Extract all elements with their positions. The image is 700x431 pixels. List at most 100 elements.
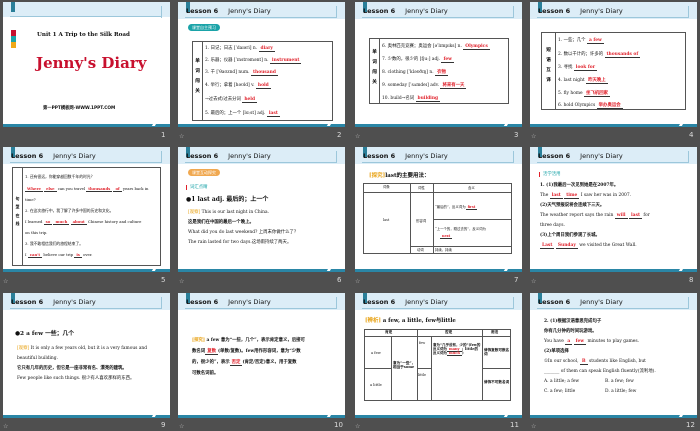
slide-text: 动词 bbox=[417, 248, 424, 252]
header-text: Jenny's Diary bbox=[405, 152, 448, 160]
slide-text: 5. 最后的；上一个 [lɑːst] adj. last bbox=[205, 111, 280, 117]
slide-text: 6. 奥林匹克竞赛；奥运会 [əˈlɪmpɪks] n. bbox=[382, 44, 462, 49]
transition-icon: ☆ bbox=[3, 278, 9, 285]
header-text: Jenny's Diary bbox=[580, 152, 623, 160]
answer-text: a bbox=[565, 339, 573, 345]
answer-text: Last bbox=[540, 243, 555, 249]
slide-header-band: Lesson 6 Jenny's Diary bbox=[530, 147, 697, 164]
vocab-heading: ●1 last adj. 最后的；上一个 bbox=[186, 196, 269, 203]
answer-text: 衣物 bbox=[435, 70, 448, 76]
slide-text: 意为“一些”，相当于some bbox=[393, 361, 416, 370]
slide-text: 2. 乐器；仪器 [ˈɪnstrəmənt] n. bbox=[205, 58, 269, 63]
slide-thumbnail-4[interactable]: Lesson 6 Jenny's Diary 短语互译 1. 一些；几个 a fe… bbox=[530, 2, 697, 127]
slide-thumbnail-1[interactable]: Unit 1 A Trip to the Silk Road Jenny's D… bbox=[3, 2, 170, 127]
answer-text: can't bbox=[27, 252, 43, 258]
answer-text: a few bbox=[586, 38, 604, 44]
tag-label: [观察] bbox=[188, 210, 201, 215]
slide-text: 的，很少的”，表示 否定 (肯定/否定)意义，用于复数 bbox=[192, 360, 297, 366]
slide-number: 4 bbox=[689, 131, 694, 139]
slide-thumbnail-11[interactable]: Lesson 6 Jenny's Diary [辨析] a few, a litt… bbox=[355, 293, 522, 418]
header-text: Jenny's Diary bbox=[228, 298, 271, 306]
slide-text: I saw her was in 2007. bbox=[580, 193, 632, 198]
slide-thumbnail-9[interactable]: Lesson 6 Jenny's Diary ●2 a few 一些；几个 [观察… bbox=[3, 293, 170, 418]
slide-text: 2. 数以千计的；许多的 bbox=[558, 52, 604, 57]
slide-text: What did you do last weekend? 上周末你做什么了？ bbox=[188, 230, 299, 235]
tag-label: [辨析] bbox=[365, 318, 381, 324]
slide-text: 3. 千 [ˈθaʊznd] num. thousand bbox=[205, 70, 278, 76]
header-text: Jenny's Diary bbox=[228, 152, 271, 160]
slide-thumbnail-7[interactable]: Lesson 6 Jenny's Diary [探究]last的主要用法： 词条 … bbox=[355, 147, 522, 272]
slide-text: 7. 少数的，很少的 [fjuː] adj. bbox=[382, 57, 441, 62]
slide-text: I learned so much about Chinese history … bbox=[25, 219, 141, 225]
slide-text: for bbox=[643, 213, 650, 218]
slide-thumbnail-10[interactable]: Lesson 6 Jenny's Diary [探究] a few 意为“一些，几… bbox=[178, 293, 345, 418]
slide-text: [探究] a few 意为“一些，几个”，表示肯定意义，后接可 bbox=[192, 338, 305, 343]
header-text: Lesson 6 bbox=[538, 298, 571, 306]
slide-text: 5. fly home bbox=[558, 91, 583, 96]
slide-text: →过去式/过去分词 held bbox=[205, 97, 258, 103]
slide-text: 3. 我不敢相信我们的旅程结束了。 bbox=[25, 241, 83, 246]
slide-footer-bar bbox=[178, 124, 345, 127]
slide-text: 词性 bbox=[418, 186, 425, 190]
slide-text: This is our last night in China. bbox=[201, 210, 269, 215]
slide-thumbnail-6[interactable]: Lesson 6 Jenny's Diary 课堂互动探究 词汇点睛 ●1 las… bbox=[178, 147, 345, 272]
slide-text: 3. 寻找 bbox=[558, 65, 573, 70]
slide-text: 1. 日记；日志 [ˈdaɪəri] n. diary bbox=[205, 46, 275, 52]
slide-thumbnail-2[interactable]: Lesson 6 Jenny's Diary 课堂自主预习 单词闯关 1. 日记；… bbox=[178, 2, 345, 127]
slide-thumbnail-3[interactable]: Lesson 6 Jenny's Diary 单词闯关 6. 奥林匹克竞赛；奥运会… bbox=[355, 2, 522, 127]
slide-text: (2)天气预报说将会连续下三天。 bbox=[540, 203, 605, 208]
slide-text: [观察] It is only a few years old, but it … bbox=[17, 346, 147, 351]
answer-text: Sunday bbox=[555, 243, 578, 249]
slide-text: a little bbox=[370, 383, 382, 387]
slide-text: 数名词 bbox=[192, 349, 206, 354]
slide-text: 1. 一些；几个 a few bbox=[558, 38, 604, 44]
slide-text: 1. (1)我最后一次见到她是在2007年。 bbox=[540, 183, 619, 188]
header-text: Lesson 6 bbox=[538, 152, 571, 160]
answer-text: much bbox=[447, 351, 462, 357]
header-divider bbox=[10, 308, 162, 309]
slide-text: 4. 举行；拿着 [həʊld] v. hold bbox=[205, 83, 271, 89]
slide-text: 1. 一些；几个 bbox=[558, 38, 586, 43]
section-label: 活学活用 bbox=[539, 172, 561, 178]
answer-text: few bbox=[573, 339, 587, 345]
slide-header-band: Lesson 6 Jenny's Diary bbox=[3, 147, 170, 164]
slide-text: a few 意为“一些，几个”，表示肯定意义，后接可 bbox=[206, 338, 305, 343]
answer-text: instrument bbox=[269, 58, 302, 64]
header-divider bbox=[537, 162, 689, 163]
slide-header: Lesson 6 Jenny's Diary bbox=[186, 7, 271, 15]
slide-text: 4. last night 昨天晚上 bbox=[558, 78, 608, 84]
slide-header-band bbox=[3, 2, 170, 18]
slide-text: 3. 寻找 look for bbox=[558, 65, 598, 71]
slide-header-band: Lesson 6 Jenny's Diary bbox=[355, 293, 522, 310]
slide-text: D. a little; few bbox=[605, 389, 637, 394]
slide-thumbnail-12[interactable]: Lesson 6 Jenny's Diary 2. (1)根据汉语意思完成句子 你… bbox=[530, 293, 697, 418]
slide-text: believe our trip bbox=[43, 252, 74, 257]
slide-text: 这是我们在中国的最后一个晚上。 bbox=[188, 220, 254, 225]
slide-text: B. a few; few bbox=[605, 379, 634, 384]
header-text: Jenny's Diary bbox=[53, 298, 96, 306]
slide-footer-bar bbox=[3, 415, 170, 418]
slide-text: The weather report says the rain bbox=[540, 213, 614, 218]
slide-header: Lesson 6 Jenny's Diary bbox=[11, 298, 96, 306]
slide-text: 2. (1)根据汉语意思完成句子 bbox=[544, 319, 602, 324]
table-divider bbox=[202, 41, 203, 121]
vocab-table bbox=[192, 41, 333, 121]
slide-text: [探究]last的主要用法： bbox=[369, 173, 430, 180]
slide-text: 3. 千 [ˈθaʊznd] num. bbox=[205, 70, 250, 75]
slide-header-band: Lesson 6 Jenny's Diary bbox=[178, 147, 345, 164]
slide-text: 4. last night bbox=[558, 78, 585, 83]
table-divider bbox=[364, 336, 511, 337]
answer-text: about bbox=[70, 219, 87, 225]
answer-text: building bbox=[415, 96, 441, 102]
site-text: 第一PPT模板网-WWW.1PPT.COM bbox=[43, 106, 116, 111]
slide-text: ①In our school, bbox=[544, 359, 579, 364]
table-divider bbox=[417, 368, 431, 369]
transition-icon: ☆ bbox=[179, 423, 185, 430]
slide-thumbnail-5[interactable]: Lesson 6 Jenny's Diary 句型在线 1. 还有很远，你能穿越回… bbox=[3, 147, 170, 272]
slide-text: ●2 a few 一些；几个 bbox=[15, 331, 75, 337]
comparison-table bbox=[364, 329, 511, 401]
slide-thumbnail-8[interactable]: Lesson 6 Jenny's Diary 活学活用 1. (1)我最后一次见到… bbox=[530, 147, 697, 272]
slide-footer-bar bbox=[530, 415, 697, 418]
table-side-label: 句型在线 bbox=[15, 196, 20, 227]
slide-text: 10. build→名词 bbox=[382, 96, 415, 101]
